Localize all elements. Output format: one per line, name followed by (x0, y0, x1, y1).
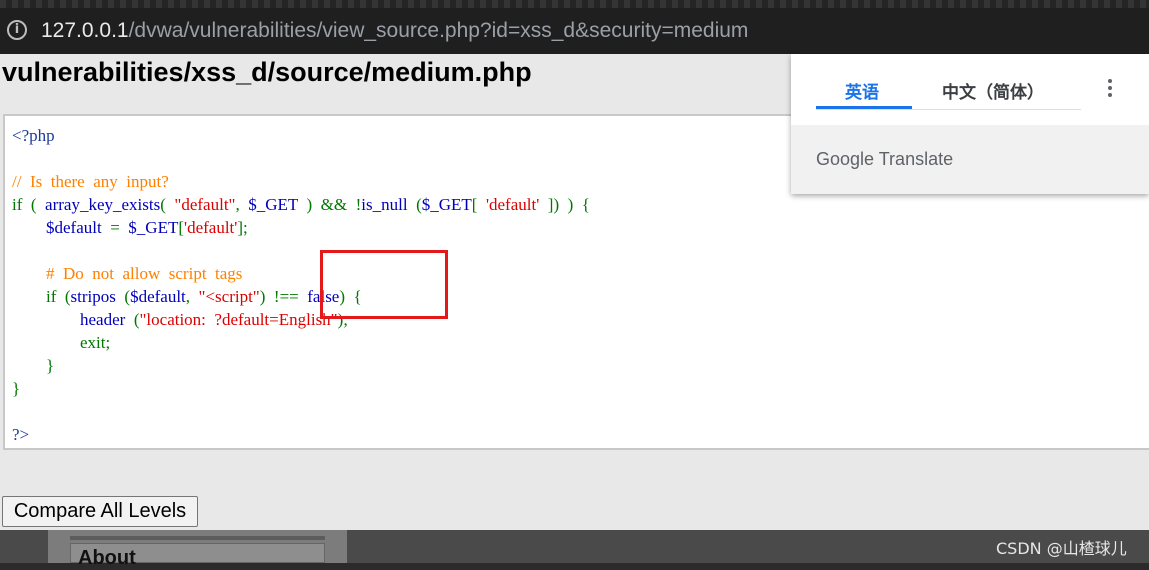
code-token: ( (115, 287, 131, 306)
code-token: ]; (237, 218, 248, 237)
code-token: header (80, 310, 126, 329)
code-token: , (235, 195, 249, 214)
code-token: # Do not allow script tags (12, 264, 243, 283)
code-token: } (12, 379, 21, 398)
tab-chinese-simplified[interactable]: 中文（简体） (942, 78, 1044, 103)
source-code: <?php // Is there any input? if ( array_ke… (12, 124, 590, 446)
code-token: "location: ?default=English" (139, 310, 338, 329)
code-token: $_GET (421, 195, 472, 214)
code-line: header ("location: ?default=English"); (12, 308, 590, 331)
sidebar-item-label: About (78, 547, 136, 569)
code-token: ?> (12, 425, 30, 444)
code-line: $default = $_GET['default']; (12, 216, 590, 239)
code-token: if ( (12, 195, 46, 214)
url-path: /dvwa/vulnerabilities/view_source.php?id… (128, 19, 749, 42)
code-token: if ( (12, 287, 71, 306)
google-translate-popup: 英语 中文（简体） Google Translate (791, 54, 1149, 194)
more-options-icon[interactable] (1103, 77, 1117, 99)
code-line: exit; (12, 331, 590, 354)
code-token: ( (407, 195, 422, 214)
code-token: stripos (70, 287, 116, 306)
code-token: array_key_exists (45, 195, 161, 214)
google-logo-text: Google (816, 149, 875, 169)
compare-all-levels-button[interactable]: Compare All Levels (2, 496, 198, 527)
red-highlight-box (320, 250, 448, 319)
code-token: exit; (12, 333, 111, 352)
code-token: // Is there any input? (12, 172, 169, 191)
code-token: 'default' (184, 218, 238, 237)
sidebar-item-about[interactable]: About (70, 543, 325, 569)
code-token: is_null (361, 195, 408, 214)
tab-strip-pattern (0, 0, 1149, 8)
code-line: # Do not allow script tags (12, 262, 590, 285)
code-token: [ (471, 195, 486, 214)
tab-divider (816, 109, 1081, 110)
code-token: ) && ! (297, 195, 362, 214)
url-field[interactable]: 127.0.0.1/dvwa/vulnerabilities/view_sour… (41, 18, 748, 44)
menu-divider (70, 536, 325, 540)
code-token: "default" (174, 195, 236, 214)
address-bar: i 127.0.0.1/dvwa/vulnerabilities/view_so… (0, 0, 1149, 54)
code-token: <?php (12, 126, 55, 145)
code-token: ]) ) { (539, 195, 590, 214)
code-token: ) !== (259, 287, 308, 306)
code-token: } (12, 356, 55, 375)
code-token: $default (130, 287, 186, 306)
translate-logo-text: Translate (878, 149, 954, 169)
google-translate-logo: Google Translate (816, 149, 953, 170)
code-token: , (185, 287, 199, 306)
code-line: // Is there any input? (12, 170, 590, 193)
page-title: vulnerabilities/xss_d/source/medium.php (2, 57, 532, 87)
site-info-icon[interactable]: i (7, 20, 27, 40)
code-line: <?php (12, 124, 590, 147)
code-token: ( (160, 195, 175, 214)
code-token: = (101, 218, 129, 237)
code-line: if ( array_key_exists( "default", $_GET … (12, 193, 590, 216)
code-token: $default (46, 218, 102, 237)
code-line: if (stripos ($default, "<script") !== fa… (12, 285, 590, 308)
code-line: ?> (12, 423, 590, 446)
code-token: $_GET (128, 218, 179, 237)
url-host: 127.0.0.1 (41, 19, 129, 42)
translate-footer: Google Translate (791, 125, 1149, 194)
tab-english[interactable]: 英语 (845, 78, 879, 103)
code-line: } (12, 354, 590, 377)
code-token: "<script" (198, 287, 260, 306)
code-token: 'default' (485, 195, 540, 214)
page-background-bottom: About (0, 530, 1149, 569)
watermark: CSDN @山楂球儿 (996, 539, 1127, 558)
code-line: } (12, 377, 590, 400)
code-token: ( (125, 310, 140, 329)
code-token: $_GET (248, 195, 298, 214)
active-tab-indicator (816, 106, 912, 109)
